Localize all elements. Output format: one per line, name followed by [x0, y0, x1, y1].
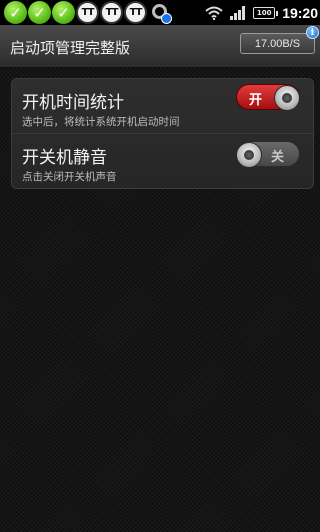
toggle-label: 开 — [249, 93, 263, 108]
speed-badge[interactable]: 17.00B/S — [240, 33, 315, 54]
toggle-knob-icon — [236, 142, 262, 168]
tt-icon: TT — [100, 1, 123, 24]
status-bar: ✓ ✓ ✓ TT TT TT 100 19:20 — [0, 0, 320, 25]
check-icon: ✓ — [52, 1, 75, 24]
battery-level: 100 — [256, 8, 272, 17]
signal-icon — [230, 5, 246, 20]
boot-mute-toggle[interactable]: 关 — [236, 141, 300, 168]
setting-title: 开机时间统计 — [22, 93, 124, 113]
tt-icon: TT — [124, 1, 147, 24]
clock: 19:20 — [282, 4, 318, 21]
check-icon: ✓ — [4, 1, 27, 24]
battery-icon: 100 — [253, 6, 279, 19]
settings-card: 开机时间统计 选中后，将统计系统开机启动时间 开 开关机静音 点击关闭开关机声音… — [11, 78, 314, 189]
setting-description: 选中后，将统计系统开机启动时间 — [22, 116, 180, 128]
check-icon: ✓ — [28, 1, 51, 24]
tt-icon: TT — [76, 1, 99, 24]
speed-value: 17.00B/S — [254, 37, 301, 50]
title-bar: 启动项管理完整版 17.00B/S i — [0, 25, 320, 68]
info-icon[interactable]: i — [306, 26, 319, 39]
page-title: 启动项管理完整版 — [10, 39, 131, 57]
boot-time-toggle[interactable]: 开 — [236, 84, 300, 111]
setting-description: 点击关闭开关机声音 — [22, 171, 117, 183]
setting-title: 开关机静音 — [22, 148, 107, 168]
wifi-icon — [205, 6, 223, 20]
setting-boot-time-stats[interactable]: 开机时间统计 选中后，将统计系统开机启动时间 开 — [12, 79, 313, 134]
setting-boot-mute[interactable]: 开关机静音 点击关闭开关机声音 关 — [12, 134, 313, 189]
notification-icons: ✓ ✓ ✓ TT TT TT — [0, 1, 172, 24]
toggle-knob-icon — [274, 85, 300, 111]
sync-icon — [150, 2, 172, 24]
toggle-label: 关 — [271, 150, 285, 165]
